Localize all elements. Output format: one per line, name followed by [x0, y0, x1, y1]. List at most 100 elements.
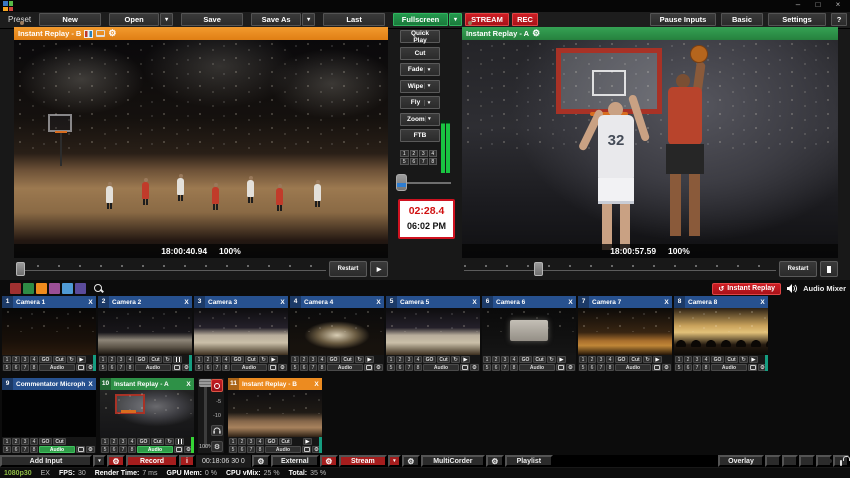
- transport-button[interactable]: ▶: [749, 356, 758, 363]
- multiview-grid-icon[interactable]: [799, 455, 815, 467]
- audio-button[interactable]: Audio: [327, 364, 363, 371]
- overlay-7-button[interactable]: 7: [693, 364, 701, 371]
- number-1-button[interactable]: 1: [400, 150, 409, 157]
- timeline-slider[interactable]: [16, 270, 326, 271]
- overlay-5-button[interactable]: 5: [483, 364, 491, 371]
- overlay-5-button[interactable]: 5: [3, 364, 11, 371]
- cut-button[interactable]: Cut: [149, 356, 162, 363]
- input-video-thumbnail[interactable]: [386, 308, 480, 355]
- overlay-4-button[interactable]: 4: [318, 356, 326, 363]
- input-tile[interactable]: 8 Camera 8 X 1 2 3 4 GO Cut ↻ ▶ 5 6 7 8: [674, 296, 768, 371]
- number-3-button[interactable]: 3: [419, 150, 428, 157]
- overlay-3-button[interactable]: 3: [405, 356, 413, 363]
- save-as-dropdown-icon[interactable]: ▾: [302, 13, 315, 26]
- close-window-icon[interactable]: ×: [828, 0, 848, 11]
- overlay-8-button[interactable]: 8: [414, 364, 422, 371]
- add-input-button[interactable]: Add Input: [0, 455, 92, 467]
- loop-icon[interactable]: ↻: [355, 356, 364, 363]
- overlay-3-button[interactable]: 3: [213, 356, 221, 363]
- audio-mixer-button[interactable]: Audio Mixer: [803, 284, 846, 293]
- overlay-1-button[interactable]: 1: [291, 356, 299, 363]
- close-icon[interactable]: X: [469, 299, 480, 306]
- overlay-2-button[interactable]: 2: [110, 438, 118, 445]
- layout-list-icon[interactable]: [765, 455, 781, 467]
- overlay-5-button[interactable]: 5: [579, 364, 587, 371]
- input-tile[interactable]: 7 Camera 7 X 1 2 3 4 GO Cut ↻ ▶ 5 6 7 8: [578, 296, 672, 371]
- overlay-8-button[interactable]: 8: [30, 364, 38, 371]
- stream-settings-gear-icon[interactable]: ⚙: [320, 455, 338, 467]
- settings-button[interactable]: Settings: [768, 13, 826, 26]
- overlay-4-button[interactable]: 4: [256, 438, 264, 445]
- audio-button[interactable]: Audio: [711, 364, 747, 371]
- overlay-3-button[interactable]: 3: [21, 356, 29, 363]
- monitor-icon[interactable]: [302, 446, 311, 453]
- overlay-6-button[interactable]: 6: [204, 364, 212, 371]
- input-title-bar[interactable]: 6 Camera 6 X: [482, 296, 576, 308]
- overlay-5-button[interactable]: 5: [291, 364, 299, 371]
- input-video-thumbnail[interactable]: [290, 308, 384, 355]
- input-tile[interactable]: 5 Camera 5 X 1 2 3 4 GO Cut ↻ ▶ 5 6 7 8: [386, 296, 480, 371]
- input-tile[interactable]: 9 Commentator Microphone X 1 2 3 4 GO Cu…: [2, 378, 96, 453]
- overlay-7-button[interactable]: 7: [119, 446, 127, 453]
- add-input-dropdown-icon[interactable]: ▾: [93, 455, 106, 467]
- overlay-1-button[interactable]: 1: [3, 356, 11, 363]
- cut-button[interactable]: Cut: [53, 438, 66, 445]
- overlay-6-button[interactable]: 6: [300, 364, 308, 371]
- audio-button[interactable]: Audio: [423, 364, 459, 371]
- overlay-2-button[interactable]: 2: [12, 438, 20, 445]
- dropdown-icon[interactable]: ▾: [424, 67, 433, 73]
- overlay-5-button[interactable]: 5: [101, 446, 109, 453]
- input-video-thumbnail[interactable]: [578, 308, 672, 355]
- rec-status-badge[interactable]: REC: [512, 13, 538, 26]
- external-settings-gear-icon[interactable]: ⚙: [252, 455, 270, 467]
- overlay-7-button[interactable]: 7: [501, 364, 509, 371]
- dropdown-icon[interactable]: ▾: [424, 100, 433, 106]
- overlay-2-button[interactable]: 2: [12, 356, 20, 363]
- cut-button[interactable]: Cut: [341, 356, 354, 363]
- gear-icon[interactable]: ⚙: [278, 364, 287, 371]
- timeline-handle[interactable]: [16, 262, 25, 276]
- overlay-5-button[interactable]: 5: [195, 364, 203, 371]
- go-button[interactable]: GO: [265, 438, 278, 445]
- overlay-4-button[interactable]: 4: [414, 356, 422, 363]
- stream-status-badge[interactable]: STREAM: [465, 13, 509, 26]
- overlay-1-button[interactable]: 1: [99, 356, 107, 363]
- restart-button[interactable]: Restart: [779, 261, 817, 277]
- overlay-2-button[interactable]: 2: [684, 356, 692, 363]
- input-video-thumbnail[interactable]: [2, 308, 96, 355]
- overlay-7-button[interactable]: 7: [597, 364, 605, 371]
- audio-button[interactable]: Audio: [39, 446, 75, 453]
- input-title-bar[interactable]: 8 Camera 8 X: [674, 296, 768, 308]
- input-title-bar[interactable]: 11 Instant Replay - B X: [228, 378, 322, 390]
- input-tile[interactable]: 11 Instant Replay - B X 1 2 3 4 GO Cut ▶…: [228, 378, 322, 453]
- monitor-icon[interactable]: [76, 364, 85, 371]
- overlay-3-button[interactable]: 3: [693, 356, 701, 363]
- overlay-2-button[interactable]: 2: [108, 356, 116, 363]
- overlay-7-button[interactable]: 7: [309, 364, 317, 371]
- loop-icon[interactable]: ↻: [547, 356, 556, 363]
- overlay-6-button[interactable]: 6: [12, 364, 20, 371]
- program-title-bar[interactable]: Instant Replay - A ⚙: [462, 27, 838, 40]
- number-7-button[interactable]: 7: [419, 158, 428, 165]
- fullscreen-dropdown-icon[interactable]: ▾: [449, 13, 462, 26]
- restart-button[interactable]: Restart: [329, 261, 367, 277]
- overlay-6-button[interactable]: 6: [396, 364, 404, 371]
- monitor-icon[interactable]: [268, 364, 277, 371]
- go-button[interactable]: GO: [135, 356, 148, 363]
- overlay-4-button[interactable]: 4: [702, 356, 710, 363]
- overlay-6-button[interactable]: 6: [12, 446, 20, 453]
- gear-icon[interactable]: ⚙: [374, 364, 383, 371]
- multicorder-settings-gear-icon[interactable]: ⚙: [402, 455, 420, 467]
- monitor-icon[interactable]: [96, 30, 105, 37]
- overlay-8-button[interactable]: 8: [126, 364, 134, 371]
- overlay-6-button[interactable]: 6: [684, 364, 692, 371]
- overlay-4-button[interactable]: 4: [606, 356, 614, 363]
- transport-button[interactable]: ▶: [557, 356, 566, 363]
- input-tile[interactable]: 3 Camera 3 X 1 2 3 4 GO Cut ↻ ▶ 5 6 7 8: [194, 296, 288, 371]
- transport-button[interactable]: ▶: [269, 356, 278, 363]
- overlay-4-button[interactable]: 4: [126, 356, 134, 363]
- fade-button[interactable]: Fade▾: [400, 63, 440, 76]
- audio-meters-icon[interactable]: [782, 455, 798, 467]
- gear-icon[interactable]: ⚙: [662, 364, 671, 371]
- overlay-8-button[interactable]: 8: [510, 364, 518, 371]
